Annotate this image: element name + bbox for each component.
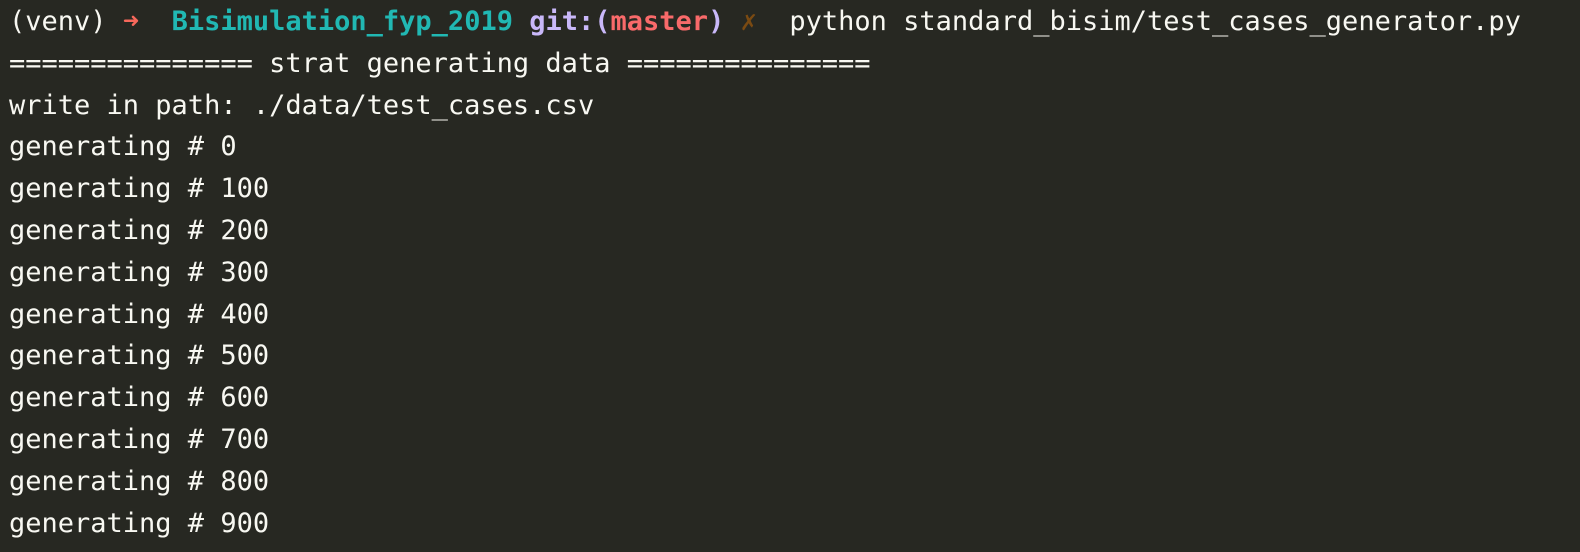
prompt-arrow-icon: ➜ (122, 6, 140, 37)
output-line: generating # 600 (9, 382, 270, 414)
terminal-window[interactable]: (venv) ➜ Bisimulation_fyp_2019 git:(mast… (0, 0, 1580, 552)
venv-indicator: (venv) (9, 6, 107, 37)
command-text: python standard_bisim/test_cases_generat… (789, 6, 1521, 37)
output-line: generating # 300 (9, 256, 270, 288)
output-line: generating # 400 (9, 298, 270, 330)
git-suffix: ) (708, 6, 725, 37)
output-line: generating # 700 (9, 423, 270, 455)
git-branch: master (610, 6, 709, 37)
output-line: generating # 100 (9, 173, 270, 205)
output-line: generating # 200 (9, 214, 270, 246)
prompt-line: (venv) ➜ Bisimulation_fyp_2019 git:(mast… (9, 1, 1580, 43)
current-directory: Bisimulation_fyp_2019 (171, 6, 513, 37)
output-line: =============== strat generating data ==… (9, 47, 871, 79)
output-line: generating # 900 (9, 507, 270, 539)
output-line: generating # 800 (9, 465, 270, 497)
git-prefix: git:( (529, 6, 611, 37)
output-line: write in path: ./data/test_cases.csv (9, 89, 595, 121)
output-line: generating # 500 (9, 340, 270, 372)
dirty-icon: ✗ (740, 6, 757, 37)
output-line: generating # 0 (9, 131, 237, 163)
